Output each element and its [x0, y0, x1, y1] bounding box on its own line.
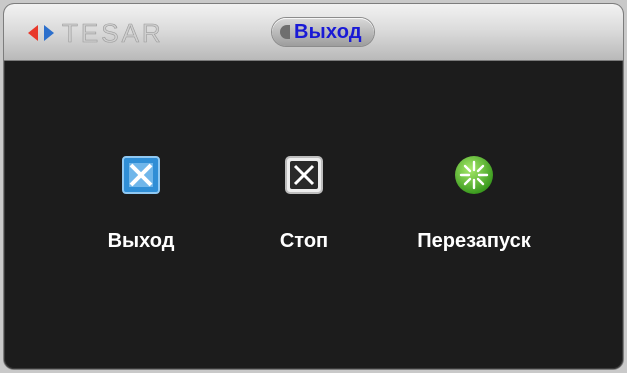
dialog-title-badge: Выход: [272, 18, 374, 46]
dialog-title: Выход: [294, 20, 362, 43]
exit-button[interactable]: Выход: [76, 154, 206, 253]
stop-icon: [285, 156, 323, 194]
dialog-titlebar: TESAR Выход: [4, 4, 623, 61]
action-row: Выход Стоп Перезапуск: [4, 154, 623, 294]
stop-button[interactable]: Стоп: [244, 154, 364, 253]
exit-dialog: TESAR Выход Выход Стоп Перезапуск: [4, 4, 623, 369]
restart-icon: [455, 156, 493, 194]
logout-icon: [122, 156, 160, 194]
svg-text:TESAR: TESAR: [62, 18, 164, 48]
stop-button-label: Стоп: [279, 230, 329, 252]
restart-button-label: Перезапуск: [417, 230, 531, 252]
exit-button-label: Выход: [107, 230, 175, 252]
brand-logo: TESAR: [28, 18, 164, 48]
restart-button[interactable]: Перезапуск: [389, 154, 559, 253]
